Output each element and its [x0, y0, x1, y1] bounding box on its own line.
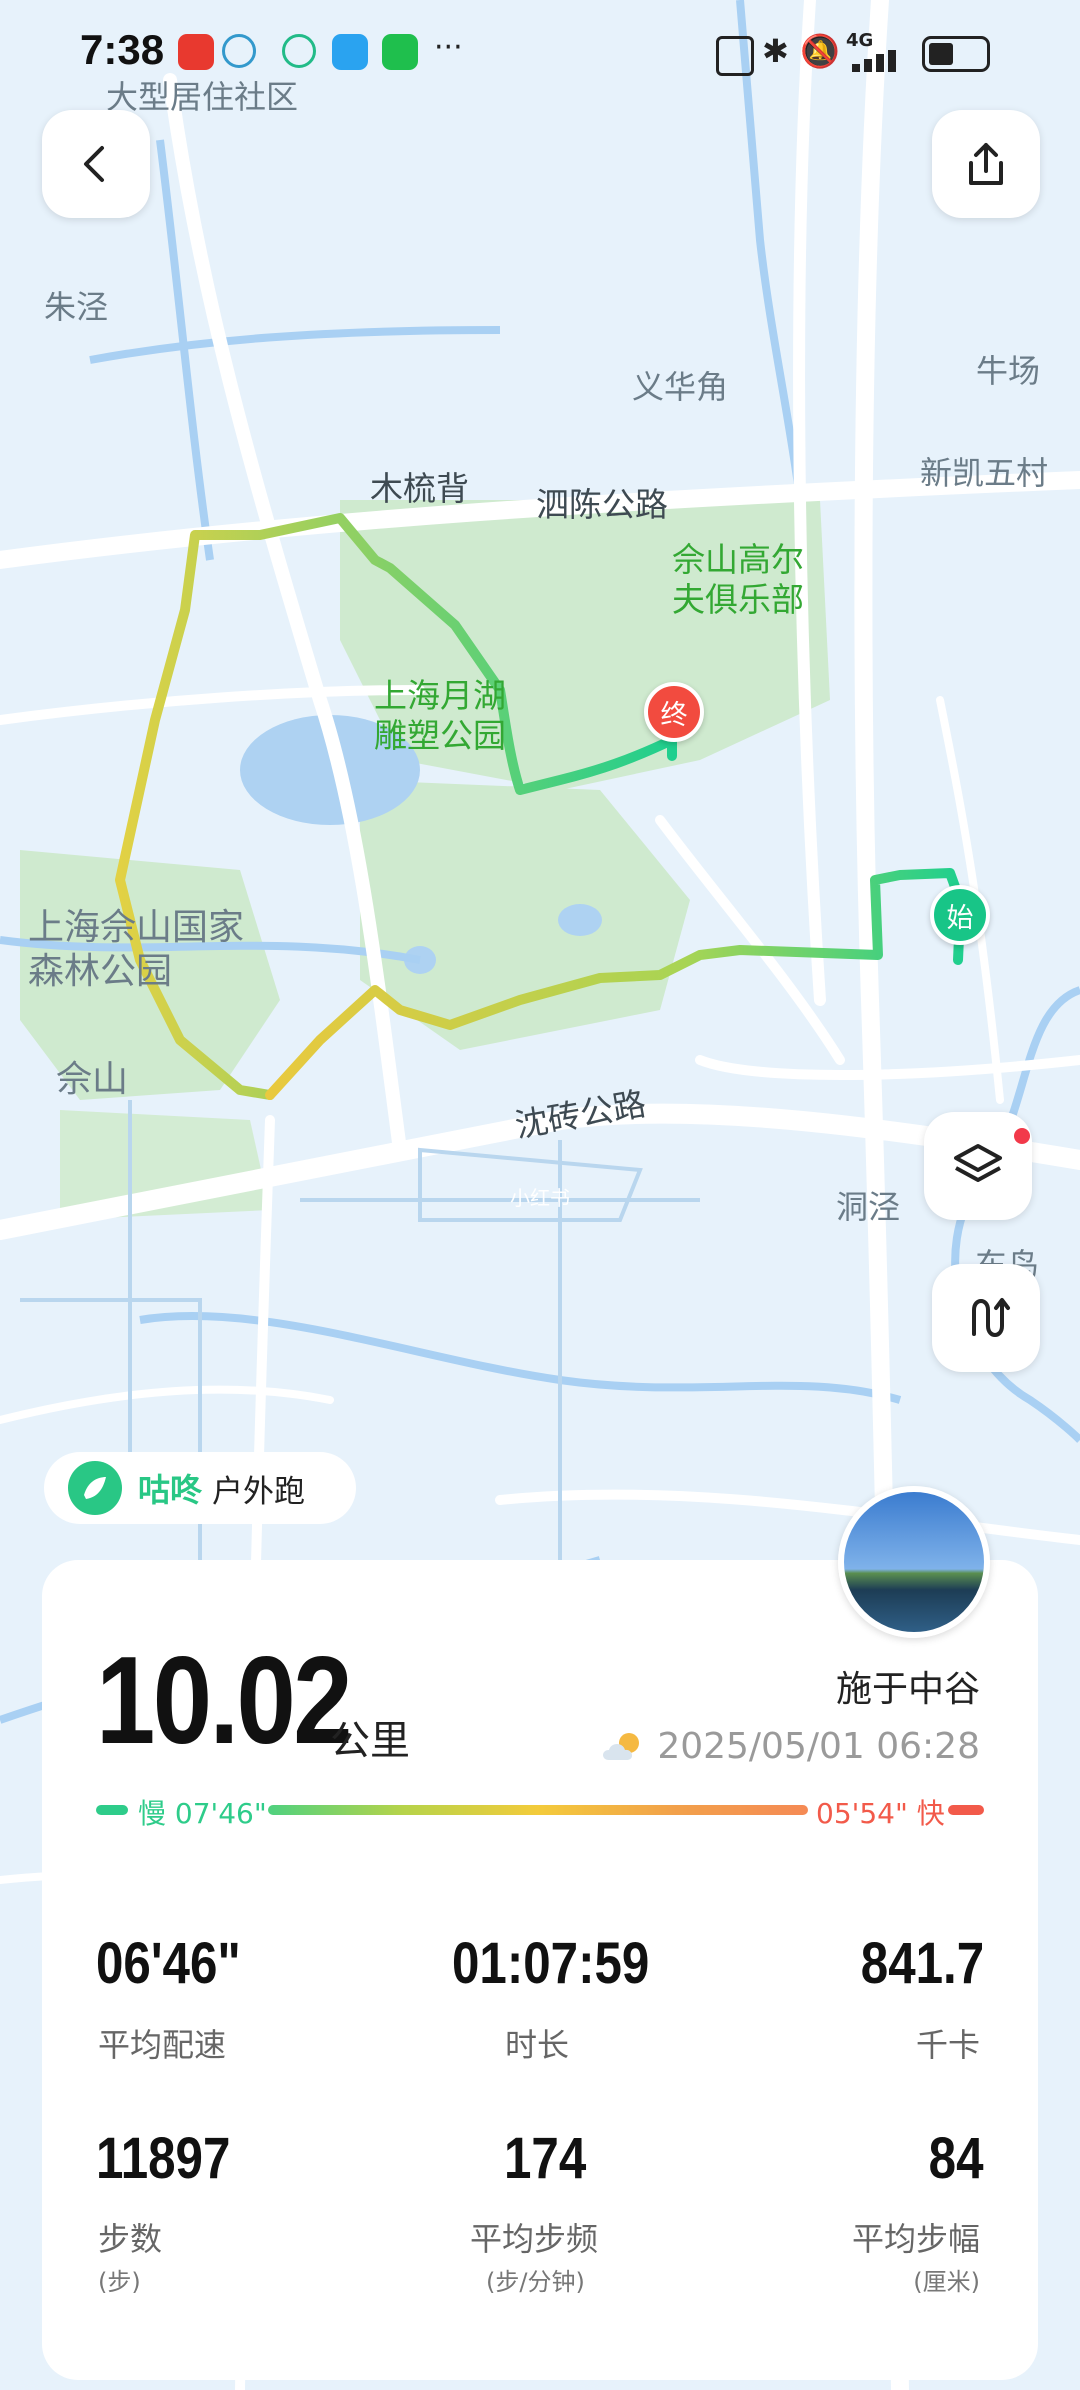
brand-chip: 咕咚 户外跑 [44, 1452, 356, 1524]
chevron-left-icon [84, 146, 104, 182]
share-button[interactable] [932, 110, 1040, 218]
map-layers-button[interactable] [924, 1112, 1032, 1220]
codoon-logo-icon [68, 1461, 122, 1515]
slow-pace-label: 慢 07'46" [138, 1797, 267, 1830]
distance-value: 10.02 [96, 1632, 353, 1770]
stat-label-calories: 千卡 [915, 2026, 980, 2064]
map-label-park: 佘山高尔夫俱乐部 [672, 540, 804, 619]
map-label: 新凯五村 [920, 454, 1049, 492]
nfc-icon [716, 36, 754, 76]
message-app-icon [332, 34, 368, 70]
layers-icon [954, 1144, 1002, 1182]
stat-value-cadence: 174 [504, 2126, 587, 2191]
map-label: 佘山 [56, 1059, 129, 1100]
status-time: 7:38 [80, 26, 165, 73]
slow-pace-dot [96, 1805, 128, 1815]
stat-label-stride: 平均步幅 [851, 2220, 980, 2258]
network-type: 4G [846, 30, 874, 51]
stat-label-duration: 时长 [505, 2026, 570, 2064]
avatar[interactable] [838, 1486, 990, 1638]
share-icon [969, 143, 1003, 185]
app-notification-icon [178, 34, 214, 70]
activity-mode: 户外跑 [212, 1473, 306, 1510]
notification-dot [1014, 1128, 1030, 1144]
app-notification-icon [282, 34, 316, 68]
back-button[interactable] [42, 110, 150, 218]
watermark: 小红书 [510, 1186, 570, 1210]
fast-pace-dot [948, 1805, 984, 1815]
stat-label-avg-pace: 平均配速 [98, 2026, 227, 2064]
end-pin-label: 终 [660, 699, 688, 731]
stat-value-calories: 841.7 [860, 1931, 984, 1996]
partly-cloudy-icon [603, 1732, 640, 1760]
route-replay-button[interactable] [932, 1264, 1040, 1372]
stat-unit-stride: (厘米) [913, 2268, 980, 2296]
map-label: 朱泾 [44, 288, 109, 326]
signal-icon [852, 50, 906, 72]
stat-label-steps: 步数 [98, 2220, 163, 2258]
map-label: 木梳背 [370, 469, 469, 508]
end-pin[interactable]: 终 [644, 682, 704, 742]
start-pin[interactable]: 始 [930, 885, 990, 945]
stat-value-duration: 01:07:59 [452, 1931, 650, 1996]
mute-bell-icon: 🔕 [800, 32, 840, 70]
app-notification-icon [222, 34, 256, 68]
activity-datetime: 2025/05/01 06:28 [599, 1726, 980, 1767]
stat-value-steps: 11897 [96, 2126, 231, 2191]
brand-name: 咕咚 [138, 1471, 203, 1509]
distance-unit: 公里 [330, 1718, 410, 1764]
stat-label-cadence: 平均步频 [470, 2220, 599, 2258]
map-label-park: 上海月湖雕塑公园 [374, 676, 506, 755]
map-label: 义华角 [632, 368, 729, 406]
bluetooth-icon: ✱ [762, 32, 789, 70]
stat-value-stride: 84 [929, 2126, 984, 2191]
map-label: 牛场 [976, 352, 1041, 390]
pace-gradient [268, 1805, 808, 1815]
map-label-road: 泗陈公路 [536, 485, 668, 524]
status-bar: 7:38 ··· ✱ 🔕 4G [0, 0, 1080, 100]
fast-pace-label: 05'54" 快 [816, 1797, 945, 1830]
pace-legend: 慢 07'46" 05'54" 快 [96, 1794, 986, 1830]
datetime-text: 2025/05/01 06:28 [657, 1726, 980, 1767]
map-label-park: 上海佘山国家森林公园 [28, 907, 245, 992]
stat-unit-cadence: (步/分钟) [486, 2268, 585, 2296]
wechat-icon [382, 34, 418, 70]
more-notifications: ··· [434, 30, 463, 65]
map-label: 洞泾 [836, 1188, 901, 1226]
start-pin-label: 始 [946, 902, 974, 934]
stat-unit-steps: (步) [98, 2268, 141, 2296]
run-record-screen: 大型居住社区 朱泾 义华角 牛场 新凯五村 木梳背 泗陈公路 佘山高尔夫俱乐部 … [0, 0, 1080, 2390]
route-trace-icon [972, 1298, 1010, 1337]
battery-icon [922, 36, 990, 72]
stat-value-avg-pace: 06'46" [96, 1931, 241, 1996]
location-name: 施于中谷 [835, 1669, 980, 1710]
